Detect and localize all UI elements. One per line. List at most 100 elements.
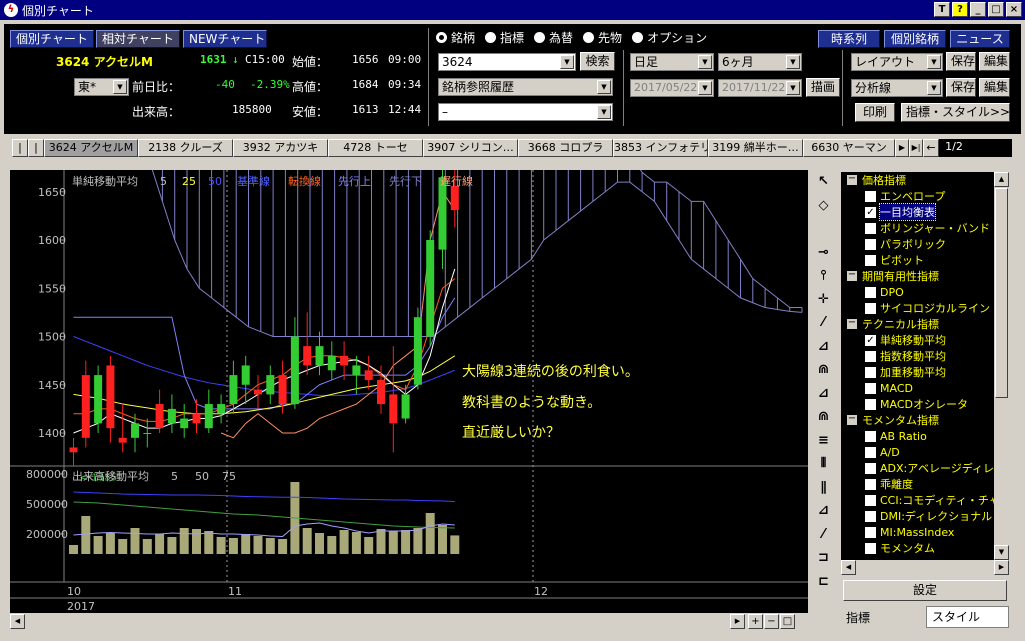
- period-icon[interactable]: ⊐: [810, 546, 837, 570]
- market-select[interactable]: 東* ▼: [74, 78, 129, 96]
- arc-icon[interactable]: ⋒: [810, 358, 837, 382]
- new-chart-button[interactable]: NEWチャート: [183, 30, 267, 48]
- indicator-item[interactable]: エンベロープ: [841, 188, 1009, 204]
- collapse-icon[interactable]: −: [847, 174, 857, 185]
- horizontal-line-icon[interactable]: ⊸: [810, 241, 837, 265]
- relative-chart-button[interactable]: 相対チャート: [96, 30, 180, 48]
- close-button[interactable]: ×: [1006, 2, 1022, 17]
- radio-options[interactable]: オプション: [632, 29, 707, 46]
- tabs-back-icon[interactable]: ←: [923, 139, 939, 157]
- pointer-icon[interactable]: ↖: [810, 170, 837, 194]
- individual-stock-button[interactable]: 個別銘柄: [884, 30, 946, 48]
- search-button[interactable]: 検索: [580, 52, 615, 71]
- fibonacci-arc-icon[interactable]: ⋒: [810, 405, 837, 429]
- indicator-style-button[interactable]: 指標・スタイル>>: [901, 103, 1010, 122]
- cycle-icon[interactable]: ⊏: [810, 570, 837, 594]
- indicator-item[interactable]: 指数移動平均: [841, 348, 1009, 364]
- indicator-item[interactable]: ADX:アベレージディレ: [841, 460, 1009, 476]
- tabs-first-icon[interactable]: |: [12, 139, 28, 157]
- layout-save-button[interactable]: 保存: [946, 52, 976, 71]
- scroll-up-icon[interactable]: ▲: [994, 172, 1009, 187]
- checkbox-icon[interactable]: [865, 238, 876, 250]
- chart-hscrollbar[interactable]: ◀ ▶ + − □: [10, 614, 808, 629]
- parallel-line-icon[interactable]: ∥: [810, 476, 837, 500]
- collapse-icon[interactable]: −: [847, 270, 857, 281]
- tab-stock[interactable]: 3199 綿半ホー…: [708, 139, 803, 157]
- date-from-field[interactable]: 2017/05/22 ▼: [630, 79, 714, 97]
- code-input[interactable]: 3624 ▼: [438, 53, 576, 71]
- indicator-group[interactable]: − モメンタム指標: [841, 412, 1009, 428]
- checkbox-icon[interactable]: [865, 302, 876, 314]
- indicator-group[interactable]: − 期間有用性指標: [841, 268, 1009, 284]
- scroll-right-icon[interactable]: ▶: [994, 560, 1009, 575]
- collapse-icon[interactable]: −: [847, 318, 857, 329]
- checkbox-icon[interactable]: [865, 190, 876, 202]
- indicator-item[interactable]: A/D: [841, 444, 1009, 460]
- timeseries-button[interactable]: 時系列: [818, 30, 880, 48]
- tabs-last-icon[interactable]: ▶|: [909, 139, 923, 157]
- tab-stock[interactable]: 6630 ヤーマン: [803, 139, 895, 157]
- period-type-select[interactable]: 日足 ▼: [630, 53, 714, 71]
- fan-line-icon[interactable]: ⊿: [810, 335, 837, 359]
- scroll-right-icon[interactable]: ▶: [730, 614, 745, 629]
- checkbox-icon[interactable]: [865, 254, 876, 266]
- radio-stock[interactable]: 銘柄: [436, 29, 475, 46]
- scroll-left-icon[interactable]: ◀: [10, 614, 25, 629]
- checkbox-icon[interactable]: [865, 398, 876, 410]
- indicator-item[interactable]: MI:MassIndex: [841, 524, 1009, 540]
- indicator-item[interactable]: 乖離度: [841, 476, 1009, 492]
- checkbox-icon[interactable]: [865, 526, 876, 538]
- checkbox-icon[interactable]: [865, 542, 876, 554]
- fibonacci-fan-icon[interactable]: ⊿: [810, 382, 837, 406]
- date-to-field[interactable]: 2017/11/22 ▼: [718, 79, 802, 97]
- radio-fx[interactable]: 為替: [534, 29, 573, 46]
- blank-select[interactable]: – ▼: [438, 103, 613, 121]
- analysis-save-button[interactable]: 保存: [946, 78, 976, 97]
- checkbox-icon[interactable]: [865, 222, 876, 234]
- analysis-edit-button[interactable]: 編集: [979, 78, 1010, 97]
- tab-indicator[interactable]: 指標: [841, 608, 925, 628]
- checkbox-icon[interactable]: [865, 478, 876, 490]
- indicator-item[interactable]: MACD: [841, 380, 1009, 396]
- collapse-icon[interactable]: −: [847, 414, 857, 425]
- tab-stock[interactable]: 3932 アカツキ: [233, 139, 328, 157]
- indicator-scrollbar[interactable]: ▲ ▼: [994, 172, 1009, 560]
- topmost-button[interactable]: T: [934, 2, 950, 17]
- tab-style[interactable]: スタイル: [926, 606, 1009, 628]
- indicator-group[interactable]: − 価格指標: [841, 172, 1009, 188]
- tab-stock[interactable]: 3624 アクセルM: [44, 139, 138, 157]
- checkbox-icon[interactable]: [865, 462, 876, 474]
- individual-chart-button[interactable]: 個別チャート: [10, 30, 94, 48]
- indicator-hscrollbar[interactable]: ◀ ▶: [841, 560, 1009, 575]
- history-select[interactable]: 銘柄参照履歴 ▼: [438, 78, 613, 96]
- period-length-select[interactable]: 6ヶ月 ▼: [718, 53, 802, 71]
- draw-button[interactable]: 描画: [806, 78, 840, 97]
- print-button[interactable]: 印刷: [855, 103, 895, 122]
- tab-stock[interactable]: 3907 シリコン…: [423, 139, 518, 157]
- price-chart-svg[interactable]: <-1684<-1355 190018501800175017001650160…: [10, 0, 808, 613]
- time-zone-icon[interactable]: ⦀: [810, 452, 837, 476]
- minimize-button[interactable]: _: [970, 2, 986, 17]
- help-button[interactable]: ?: [952, 2, 968, 17]
- indicator-item[interactable]: AB Ratio: [841, 428, 1009, 444]
- zoom-out-icon[interactable]: −: [764, 614, 779, 629]
- zoom-reset-icon[interactable]: □: [780, 614, 795, 629]
- radio-index[interactable]: 指標: [485, 29, 524, 46]
- layout-select[interactable]: レイアウト ▼: [851, 53, 943, 71]
- checkbox-icon[interactable]: [865, 350, 876, 362]
- retracement-icon[interactable]: ≡: [810, 429, 837, 453]
- scroll-left-icon[interactable]: ◀: [841, 560, 856, 575]
- checkbox-icon[interactable]: [865, 510, 876, 522]
- trend-line-icon[interactable]: ⁄: [810, 311, 837, 335]
- indicator-item[interactable]: DPO: [841, 284, 1009, 300]
- indicator-item[interactable]: CCI:コモディティ・チャ: [841, 492, 1009, 508]
- scroll-down-icon[interactable]: ▼: [994, 545, 1009, 560]
- indicator-item[interactable]: ✓ 一目均衡表: [841, 203, 1009, 221]
- checked-checkbox-icon[interactable]: ✓: [865, 206, 876, 218]
- news-button[interactable]: ニュース: [950, 30, 1010, 48]
- indicator-item[interactable]: 加重移動平均: [841, 364, 1009, 380]
- maximize-button[interactable]: □: [988, 2, 1004, 17]
- scroll-thumb[interactable]: [995, 188, 1008, 398]
- tab-stock[interactable]: 4728 トーセ: [328, 139, 423, 157]
- eraser-icon[interactable]: ◇: [810, 194, 837, 218]
